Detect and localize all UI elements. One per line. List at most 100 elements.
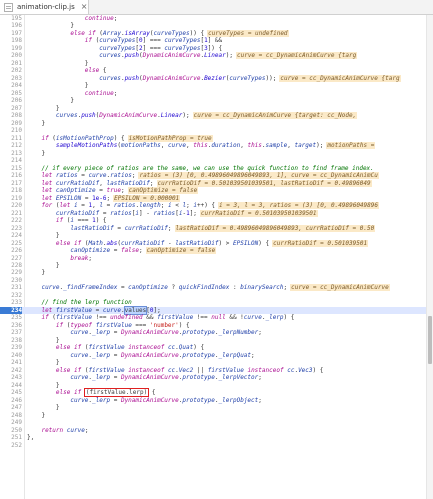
line-number[interactable]: 215 (0, 165, 22, 172)
code-line[interactable]: 251}, (0, 434, 433, 441)
code-line[interactable]: 210 (0, 127, 433, 134)
code-line[interactable]: 240 curve._lerp = DynamicAnimCurve.proto… (0, 352, 433, 359)
line-number[interactable]: 221 (0, 210, 22, 217)
line-number[interactable]: 216 (0, 172, 22, 179)
line-number[interactable]: 228 (0, 262, 22, 269)
code-line[interactable]: 225 else if (Math.abs(currRatioDif - las… (0, 239, 433, 247)
code-line[interactable]: 246 curve._lerp = DynamicAnimCurve.proto… (0, 397, 433, 404)
code-line[interactable]: 222 if (i === 1) { (0, 217, 433, 224)
line-number[interactable]: 238 (0, 337, 22, 344)
line-number[interactable]: 206 (0, 97, 22, 104)
code-line[interactable]: 214 (0, 157, 433, 164)
line-number[interactable]: 203 (0, 75, 22, 82)
code-line[interactable]: 224 } (0, 232, 433, 239)
line-number[interactable]: 204 (0, 82, 22, 89)
code-line[interactable]: 228 } (0, 262, 433, 269)
code-line[interactable]: 203 curves.push(DynamicAnimCurve.Bezier(… (0, 74, 433, 82)
line-number[interactable]: 220 (0, 202, 22, 209)
code-line[interactable]: 237 curve._lerp = DynamicAnimCurve.proto… (0, 329, 433, 336)
line-number[interactable]: 199 (0, 45, 22, 52)
line-number[interactable]: 251 (0, 434, 22, 441)
line-number[interactable]: 197 (0, 30, 22, 37)
code-line[interactable]: 200 curves.push(DynamicAnimCurve.Linear)… (0, 52, 433, 60)
line-number[interactable]: 246 (0, 397, 22, 404)
code-line[interactable]: 235 if (firstValue !== undefined && firs… (0, 314, 433, 321)
line-number[interactable]: 201 (0, 60, 22, 67)
line-number[interactable]: 232 (0, 292, 22, 299)
line-number[interactable]: 202 (0, 67, 22, 74)
code-line[interactable]: 218 let canOptimize = true; canOptimize =… (0, 187, 433, 195)
line-number[interactable]: 237 (0, 329, 22, 336)
code-line[interactable]: 197 else if (Array.isArray(curveTypes)) … (0, 29, 433, 37)
code-line[interactable]: 216 let ratios = curve.ratios; ratios = (… (0, 172, 433, 180)
code-line[interactable]: 202 else { (0, 67, 433, 74)
code-line[interactable]: 247 } (0, 404, 433, 411)
line-number[interactable]: 249 (0, 419, 22, 426)
code-line[interactable]: 232 (0, 292, 433, 299)
code-line[interactable]: 231 curve._findFrameIndex = canOptimize … (0, 284, 433, 292)
code-line[interactable]: 201 } (0, 60, 433, 67)
code-line-current[interactable]: 234 let firstValue = curve.values[0]; (0, 305, 433, 315)
line-number[interactable]: 240 (0, 352, 22, 359)
line-number[interactable]: 222 (0, 217, 22, 224)
code-line[interactable]: 248 } (0, 412, 433, 419)
code-line[interactable]: 219 let EPSILON = 1e-6; EPSILON = 0.00000… (0, 194, 433, 202)
line-number[interactable]: 200 (0, 52, 22, 59)
line-number[interactable]: 207 (0, 105, 22, 112)
line-number[interactable]: 212 (0, 142, 22, 149)
code-line[interactable]: 223 lastRatioDif = currRatioDif; lastRati… (0, 224, 433, 232)
code-line[interactable]: 241 } (0, 359, 433, 366)
code-editor[interactable]: 195 continue; 196 } 197 else if (Array.isA… (0, 15, 433, 499)
line-number[interactable]: 247 (0, 404, 22, 411)
line-number[interactable]: 205 (0, 90, 22, 97)
code-line[interactable]: 205 continue; (0, 90, 433, 97)
line-number[interactable]: 248 (0, 412, 22, 419)
code-line[interactable]: 208 curves.push(DynamicAnimCurve.Linear)… (0, 112, 433, 120)
line-number[interactable]: 214 (0, 157, 22, 164)
vertical-scrollbar[interactable] (426, 15, 433, 499)
line-number[interactable]: 239 (0, 344, 22, 351)
code-line[interactable]: 245 else if (firstValue.lerp) { (0, 388, 433, 398)
tab-animation-clip[interactable]: animation-clip.js × (0, 0, 89, 14)
code-line[interactable]: 198 if (curveTypes[0] === curveTypes[1] … (0, 37, 433, 44)
close-icon[interactable]: × (81, 0, 88, 14)
code-line[interactable]: 239 else if (firstValue instanceof cc.Qu… (0, 344, 433, 351)
line-number[interactable]: 217 (0, 180, 22, 187)
line-number[interactable]: 245 (0, 389, 22, 396)
line-number[interactable]: 234 (0, 306, 22, 315)
code-line[interactable]: 220 for (let i = 1, l = ratios.length; i… (0, 202, 433, 210)
line-number[interactable]: 230 (0, 277, 22, 284)
code-line[interactable]: 236 if (typeof firstValue === 'number') … (0, 322, 433, 329)
line-number[interactable]: 224 (0, 232, 22, 239)
code-line[interactable]: 238 } (0, 337, 433, 344)
code-line[interactable]: 217 let currRatioDif, lastRatioDif; currR… (0, 179, 433, 187)
code-line[interactable]: 243 curve._lerp = DynamicAnimCurve.proto… (0, 374, 433, 381)
code-line[interactable]: 207 } (0, 105, 433, 112)
code-line[interactable]: 229 } (0, 269, 433, 276)
code-line[interactable]: 252 (0, 442, 433, 449)
line-number[interactable]: 241 (0, 359, 22, 366)
code-line[interactable]: 199 curveTypes[2] === curveTypes[3]) { (0, 45, 433, 52)
line-number[interactable]: 244 (0, 382, 22, 389)
code-line[interactable]: 242 else if (firstValue instanceof cc.Ve… (0, 367, 433, 374)
line-number[interactable]: 226 (0, 247, 22, 254)
code-line[interactable]: 206 } (0, 97, 433, 104)
line-number[interactable]: 229 (0, 269, 22, 276)
line-number[interactable]: 209 (0, 120, 22, 127)
line-number[interactable]: 231 (0, 284, 22, 291)
line-number[interactable]: 243 (0, 374, 22, 381)
scrollbar-thumb[interactable] (428, 316, 432, 364)
code-line[interactable]: 249 (0, 419, 433, 426)
line-number[interactable]: 210 (0, 127, 22, 134)
line-number[interactable]: 198 (0, 37, 22, 44)
code-line[interactable]: 227 break; (0, 255, 433, 262)
line-number[interactable]: 196 (0, 22, 22, 29)
line-number[interactable]: 225 (0, 240, 22, 247)
line-number[interactable]: 252 (0, 442, 22, 449)
code-line[interactable]: 212 sampleMotionPaths(motionPaths, curve… (0, 142, 433, 150)
line-number[interactable]: 250 (0, 427, 22, 434)
line-number[interactable]: 213 (0, 150, 22, 157)
line-number[interactable]: 236 (0, 322, 22, 329)
code-line[interactable]: 196 } (0, 22, 433, 29)
line-number[interactable]: 218 (0, 187, 22, 194)
